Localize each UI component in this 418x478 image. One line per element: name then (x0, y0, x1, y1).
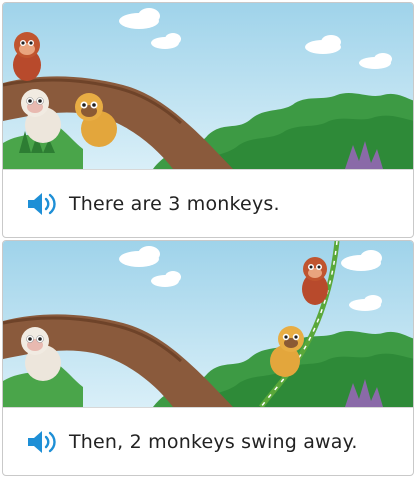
speaker-icon-graphic (28, 193, 56, 215)
speaker-icon-graphic (28, 431, 56, 453)
scene-image-1 (3, 3, 413, 169)
caption-row-2: Then, 2 monkeys swing away. (3, 407, 413, 475)
caption-row-1: There are 3 monkeys. (3, 169, 413, 237)
caption-text: There are 3 monkeys. (69, 193, 280, 215)
story-card-1: There are 3 monkeys. (2, 2, 414, 238)
speaker-icon[interactable] (25, 189, 61, 219)
red-monkey-swinging (302, 257, 328, 305)
red-monkey (13, 32, 41, 81)
page: There are 3 monkeys. Then, 2 monkeys swi… (0, 0, 418, 478)
speaker-icon[interactable] (25, 427, 61, 457)
scene-illustration-2 (3, 241, 413, 407)
scene-image-2 (3, 241, 413, 407)
scene-illustration-1 (3, 3, 413, 169)
caption-text: Then, 2 monkeys swing away. (69, 431, 358, 453)
story-card-2: Then, 2 monkeys swing away. (2, 240, 414, 476)
